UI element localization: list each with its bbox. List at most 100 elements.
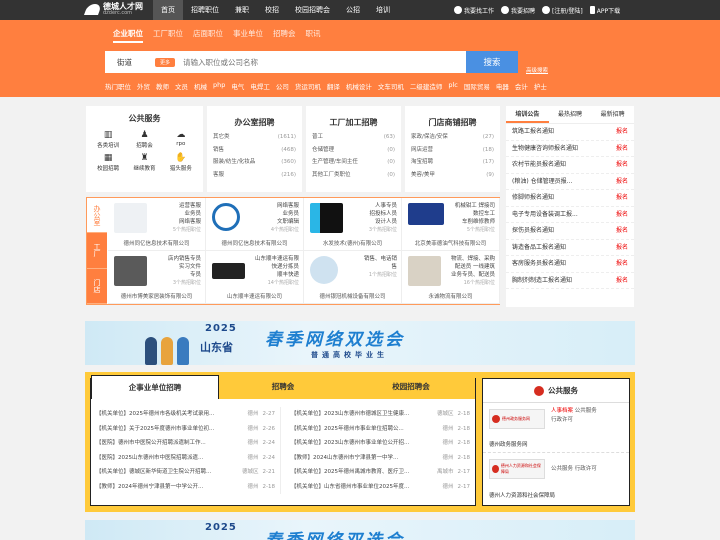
news-tab-hot[interactable]: 最热招聘 <box>549 106 592 123</box>
category-item[interactable]: php <box>213 81 225 91</box>
search-button[interactable]: 搜索 <box>466 51 518 73</box>
category-hot[interactable]: 热门职位 <box>105 81 131 91</box>
news-tab-training[interactable]: 培训公告 <box>506 106 549 123</box>
company-ad-card[interactable]: 机械钳工 焊接司 数控车工 车削维修教师 5个热招职位 北京美菲德油气科技有限公司 <box>402 198 500 251</box>
category-item[interactable]: 电气 <box>231 81 244 91</box>
company-ad-card[interactable]: 运营客服 业务员 网络客服 5个热招职位 德州同亿信息技术有限公司 <box>108 198 206 251</box>
category-item[interactable]: 文员 <box>175 81 188 91</box>
category-item[interactable]: 二级建造师 <box>410 81 443 91</box>
recruit-row[interactable]: 【教师】2024山东德州市宁津县第一中学... 德州 2-18 <box>291 451 470 466</box>
news-row[interactable]: 铸造备品工报名通知 报名 <box>506 240 634 256</box>
tab-enterprise[interactable]: 企业职位 <box>113 28 143 43</box>
service-link-gov[interactable]: 德州政务服务网 人事档案 公共服务 行政许可 德州政务服务网 <box>483 403 629 453</box>
company-ad-card[interactable]: 山东顺丰速运有限 快递分拣员 顺丰快递 14个热招职位 山东顺丰速运有限公司 <box>206 251 304 304</box>
nav-home[interactable]: 首页 <box>153 0 183 20</box>
category-item[interactable]: 国际贸易 <box>464 81 490 91</box>
recruit-row[interactable]: 【机关单位】2023山东德州市事业单位公开招... 德州 2-18 <box>291 436 470 451</box>
tab-job-fair[interactable]: 招聘会 <box>273 28 296 43</box>
company-ad-card[interactable]: 网络客服 业务员 文职编辑 4个热招职位 德州同亿信息技术有限公司 <box>206 198 304 251</box>
category-item[interactable]: 机械设计 <box>346 81 372 91</box>
recruit-link[interactable]: 我要招聘 <box>501 6 535 15</box>
job-category-row[interactable]: 普工 (63) <box>306 131 401 144</box>
recruit-row[interactable]: 【机关单位】2025年德州市事业单位招聘公... 德州 2-18 <box>291 422 470 437</box>
category-item[interactable]: 翻译 <box>327 81 340 91</box>
tab-store[interactable]: 店面职位 <box>193 28 223 43</box>
advanced-search-link[interactable]: 高级搜索 <box>526 66 548 74</box>
job-category-row[interactable]: 服装/纺生/化妆品 (360) <box>207 156 302 169</box>
news-row[interactable]: (粮油) 仓储管理员报... 报名 <box>506 174 634 190</box>
job-category-row[interactable]: 美容/美甲 (9) <box>405 169 500 182</box>
news-row[interactable]: 筑路工报名通知 报名 <box>506 124 634 141</box>
recruit-row[interactable]: 【机关单位】2025年德州市各级机关考试录用... 德州 2-27 <box>96 407 275 422</box>
category-item[interactable]: 文车司机 <box>378 81 404 91</box>
company-ad-card[interactable]: 物流、焊接、采购 配送员 一线建筑 业务专员、配送员 16个热招职位 永诚物流有限公司 <box>402 251 500 304</box>
company-ad-card[interactable]: 人事专员 招投标人员 设计人员 3个热招职位 水发技术(德州)有限公司 <box>304 198 402 251</box>
company-ad-card[interactable]: 店内销售专员 实习文件 专员 3个热招职位 德州市博美家居装饰有限公司 <box>108 251 206 304</box>
job-category-row[interactable]: 其他工厂类职位 (0) <box>306 169 401 182</box>
job-category-row[interactable]: 网店运营 (18) <box>405 144 500 157</box>
tab-institution-recruit[interactable]: 企事业单位招聘 <box>91 375 219 399</box>
tab-institution[interactable]: 事业单位 <box>233 28 263 43</box>
tab-job-fairs[interactable]: 招聘会 <box>219 375 347 399</box>
job-fair-banner[interactable]: 2025 山东省 春季网络双选会 普通高校毕业生 <box>85 321 635 365</box>
job-category-row[interactable]: 客服 (216) <box>207 169 302 182</box>
recruit-row[interactable]: 【医院】德州市中医院公开招聘派遣制工作... 德州 2-24 <box>96 436 275 451</box>
recruit-row[interactable]: 【机关单位】关于2025年度德州市事业单位初... 德州 2-26 <box>96 422 275 437</box>
news-row[interactable]: 胸制剂制造工报名通知 报名 <box>506 273 634 289</box>
nav-jobs[interactable]: 招聘职位 <box>183 0 227 20</box>
category-item[interactable]: 教师 <box>156 81 169 91</box>
recruit-row[interactable]: 【机关单位】德城区新华街道卫生院公开招聘... 德城区 2-21 <box>96 465 275 480</box>
news-row[interactable]: 修脚师报名通知 报名 <box>506 190 634 207</box>
find-job-link[interactable]: 我要找工作 <box>454 6 494 15</box>
recruit-row[interactable]: 【机关单位】2023山东德州市德城区卫生健康... 德城区 2-18 <box>291 407 470 422</box>
nav-training[interactable]: 培训 <box>368 0 398 20</box>
login-link[interactable]: [注册/登陆] <box>542 6 583 15</box>
news-row[interactable]: 电子专用设备装调工报... 报名 <box>506 207 634 223</box>
news-tab-latest[interactable]: 最新招聘 <box>591 106 634 123</box>
recruit-row[interactable]: 【机关单位】2025年德州禹城市教育、医疗卫... 禹城市 2-17 <box>291 465 470 480</box>
category-item[interactable]: 机械 <box>194 81 207 91</box>
service-headhunt[interactable]: ✋ 猎头服务 <box>165 153 197 172</box>
recruit-row[interactable]: 【教师】2024年德州宁津县第一中学公开... 德州 2-18 <box>96 480 275 495</box>
news-row[interactable]: 客房服务员报名通知 报名 <box>506 256 634 273</box>
recruit-row[interactable]: 【医院】2025山东德州市中医院招聘派遣... 德州 2-24 <box>96 451 275 466</box>
job-category-row[interactable]: 仓储管理 (0) <box>306 144 401 157</box>
category-item[interactable]: 电焊工 <box>250 81 270 91</box>
service-job-fair[interactable]: ♟ 招聘会 <box>128 130 160 149</box>
nav-campus-fair[interactable]: 校园招聘会 <box>287 0 338 20</box>
job-category-row[interactable]: 销售 (468) <box>207 144 302 157</box>
news-row[interactable]: 生物健康咨询师报名通知 报名 <box>506 141 634 157</box>
service-campus[interactable]: ▦ 校园招聘 <box>92 153 124 172</box>
job-category-row[interactable]: 家政/保洁/安保 (27) <box>405 131 500 144</box>
service-link-hrss[interactable]: 德州人力资源和社会保障局 公共服务 行政许可 德州人力资源和社会保障局 <box>483 453 629 503</box>
site-logo[interactable]: 德城人才网 dzderc.com <box>83 3 143 16</box>
category-item[interactable]: 电器 <box>496 81 509 91</box>
category-item[interactable]: 会计 <box>515 81 528 91</box>
more-button[interactable]: 更多 <box>155 57 176 67</box>
category-item[interactable]: 公司 <box>276 81 289 91</box>
news-row[interactable]: 农村节能员报名通知 报名 <box>506 157 634 174</box>
tab-news[interactable]: 职讯 <box>306 28 321 43</box>
service-education[interactable]: ♜ 继续教育 <box>128 153 160 172</box>
recruit-row[interactable]: 【机关单位】山东省德州市事业单位2025年度... 德州 2-17 <box>291 480 470 495</box>
job-category-row[interactable]: 生产管理/车间主任 (0) <box>306 156 401 169</box>
service-training[interactable]: ▥ 各类培训 <box>92 130 124 149</box>
category-item[interactable]: 货运司机 <box>295 81 321 91</box>
company-ad-card[interactable]: 销售、电话销售 1个热招职位 德州银冠机械设备有限公司 <box>304 251 402 304</box>
ads-tab-store[interactable]: 门店 <box>87 269 107 304</box>
ads-tab-office[interactable]: 办公室 <box>87 198 107 234</box>
tab-factory[interactable]: 工厂职位 <box>153 28 183 43</box>
nav-parttime[interactable]: 兼职 <box>227 0 257 20</box>
nav-campus[interactable]: 校招 <box>257 0 287 20</box>
job-category-row[interactable]: 其它类 (1611) <box>207 131 302 144</box>
job-category-row[interactable]: 淘宝招聘 (17) <box>405 156 500 169</box>
app-download-link[interactable]: APP下载 <box>589 6 620 15</box>
search-input[interactable] <box>183 51 466 73</box>
category-item[interactable]: 外贸 <box>137 81 150 91</box>
category-item[interactable]: 护士 <box>534 81 547 91</box>
category-item[interactable]: plc <box>448 81 458 91</box>
city-select[interactable]: 街道 <box>105 57 155 68</box>
ads-tab-factory[interactable]: 工厂 <box>87 233 107 269</box>
service-rpo[interactable]: ☁ rpo <box>165 130 197 149</box>
tab-campus-fairs[interactable]: 校园招聘会 <box>347 375 475 399</box>
